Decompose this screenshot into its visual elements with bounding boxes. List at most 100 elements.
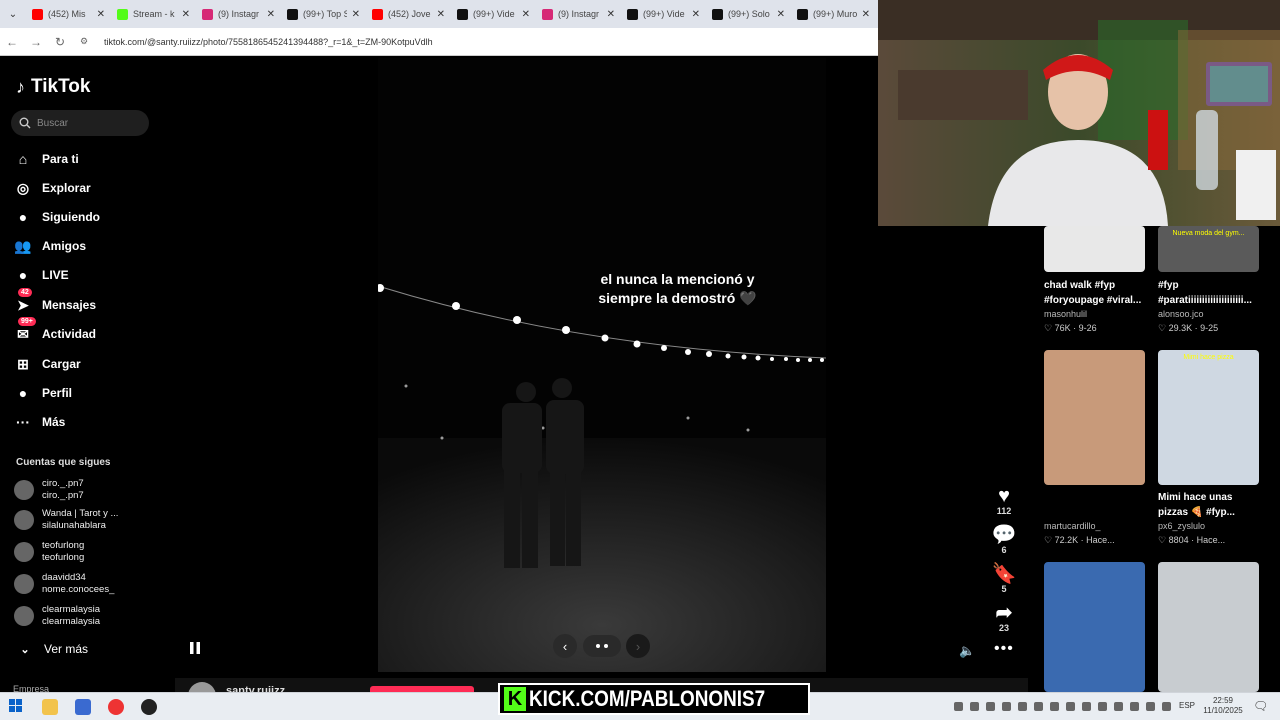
reload-icon[interactable]: ↻	[48, 35, 72, 49]
close-tab-icon[interactable]: ✕	[777, 9, 785, 20]
tab-search-button[interactable]: ⌄	[0, 0, 26, 28]
browser-tab[interactable]: (9) Instagr ✕	[536, 0, 621, 28]
close-tab-icon[interactable]: ✕	[267, 9, 275, 20]
prev-photo-button[interactable]: ‹	[553, 634, 577, 658]
related-video-title[interactable]: chad walk #fyp #foryoupage #viral...	[1044, 278, 1149, 308]
nav-item-cargar[interactable]: ⊞ Cargar	[14, 355, 81, 373]
followed-account[interactable]: Wanda | Tarot y ... silalunahablara	[14, 508, 118, 532]
search-input[interactable]: Buscar	[11, 110, 149, 136]
close-tab-icon[interactable]: ✕	[182, 9, 190, 20]
tab-favicon-icon	[117, 8, 128, 20]
chevron-up-icon[interactable]	[954, 702, 963, 711]
browser-tab[interactable]: (452) Mis ✕	[26, 0, 111, 28]
clock[interactable]: 22:59 11/10/2025	[1200, 696, 1246, 716]
close-tab-icon[interactable]: ✕	[437, 9, 445, 20]
volume-icon[interactable]	[970, 702, 979, 711]
related-video-thumbnail[interactable]	[1158, 562, 1259, 692]
nav-item-actividad[interactable]: ✉ 99+ Actividad	[14, 317, 96, 343]
followed-account[interactable]: teofurlong teofurlong	[14, 540, 84, 564]
browser-tab[interactable]: (99+) Vide ✕	[451, 0, 536, 28]
see-more-button[interactable]: ⌄ Ver más	[16, 640, 88, 658]
app-tray-icon[interactable]	[1146, 702, 1155, 711]
related-video-thumbnail[interactable]	[1044, 226, 1145, 272]
nav-item-explorar[interactable]: ◎ Explorar	[14, 179, 91, 197]
more-icon: ···	[16, 414, 30, 430]
app-tray-icon[interactable]	[1098, 702, 1107, 711]
close-tab-icon[interactable]: ✕	[607, 9, 615, 20]
close-tab-icon[interactable]: ✕	[352, 9, 360, 20]
nav-item-más[interactable]: ··· Más	[14, 413, 65, 431]
app-tray-icon[interactable]	[1066, 702, 1075, 711]
back-icon[interactable]: ←	[0, 35, 24, 49]
save-button[interactable]: 🔖 5	[988, 564, 1020, 594]
forward-icon[interactable]: →	[24, 35, 48, 49]
windows-start-button[interactable]	[9, 699, 25, 715]
comment-button[interactable]: 💬 6	[988, 525, 1020, 555]
nav-item-perfil[interactable]: ● Perfil	[14, 384, 72, 402]
tab-favicon-icon	[797, 8, 808, 20]
followed-account[interactable]: daavidd34 nome.conocees_	[14, 572, 114, 596]
volume-button[interactable]: 🔈	[959, 643, 975, 659]
followed-account[interactable]: ciro._.pn7 ciro._.pn7	[14, 478, 84, 502]
related-video-thumbnail[interactable]: Mimi hace pizza	[1158, 350, 1259, 485]
browser-tab[interactable]: (9) Instagr ✕	[196, 0, 281, 28]
following-title: Cuentas que sigues	[16, 457, 111, 468]
more-options-button[interactable]: •••	[994, 640, 1014, 658]
windows-logo-icon	[9, 699, 22, 712]
pinned-app-icon[interactable]	[75, 699, 91, 715]
nav-item-mensajes[interactable]: ➤ 42 Mensajes	[14, 288, 96, 314]
network-icon[interactable]	[986, 702, 995, 711]
related-video-thumbnail[interactable]	[1044, 350, 1145, 485]
related-video-author[interactable]: martucardillo_	[1044, 521, 1101, 531]
file-explorer-icon[interactable]	[42, 699, 58, 715]
pause-button[interactable]	[188, 641, 202, 655]
nav-item-live[interactable]: ● LIVE	[14, 266, 69, 284]
related-video-thumbnail[interactable]	[1044, 562, 1145, 692]
related-video-author[interactable]: px6_zyslulo	[1158, 521, 1205, 531]
live-icon: ●	[18, 267, 28, 283]
browser-tab[interactable]: Stream - k ✕	[111, 0, 196, 28]
related-video-thumbnail[interactable]: Nueva moda del gym...	[1158, 226, 1259, 272]
photo-viewer[interactable]	[378, 58, 826, 672]
related-video-title[interactable]: #fyp #paratiiiiiiiiiiiiiiiiiiii...	[1158, 278, 1263, 308]
browser-tab[interactable]: (99+) Muro ✕	[791, 0, 876, 28]
app-tray-icon[interactable]	[1114, 702, 1123, 711]
browser-tab[interactable]: (452) Jove ✕	[366, 0, 451, 28]
obs-icon[interactable]	[141, 699, 157, 715]
app-tray-icon[interactable]	[1034, 702, 1043, 711]
like-button[interactable]: ♥ 112	[988, 486, 1020, 516]
nav-item-para-ti[interactable]: ⌂ Para ti	[14, 150, 79, 168]
related-video-author[interactable]: masonhulil	[1044, 309, 1087, 319]
following-icon: ●	[18, 209, 28, 225]
nav-item-amigos[interactable]: 👥 Amigos	[14, 237, 86, 255]
steam-icon[interactable]	[1002, 702, 1011, 711]
tab-title: (9) Instagr	[218, 9, 260, 19]
url-text[interactable]: tiktok.com/@santy.ruiizz/photo/755818654…	[104, 28, 433, 56]
followed-account[interactable]: clearmalaysia clearmalaysia	[14, 604, 100, 628]
site-info-icon[interactable]: ⚙	[72, 36, 96, 47]
browser-tab[interactable]: (99+) Top S ✕	[281, 0, 366, 28]
browser-tab[interactable]: (99+) Vide ✕	[621, 0, 706, 28]
related-video-title[interactable]: Mimi hace unas pizzas 🍕 #fyp...	[1158, 490, 1263, 520]
app-tray-icon[interactable]	[1018, 702, 1027, 711]
related-video-author[interactable]: alonsoo.jco	[1158, 309, 1204, 319]
nav-item-siguiendo[interactable]: ● Siguiendo	[14, 208, 100, 226]
app-tray-icon[interactable]	[1130, 702, 1139, 711]
tab-title: (99+) Top S	[303, 9, 347, 19]
save-count: 5	[1001, 584, 1007, 594]
app-tray-icon[interactable]	[1162, 702, 1171, 711]
close-tab-icon[interactable]: ✕	[522, 9, 530, 20]
notifications-icon[interactable]: 🗨	[1253, 699, 1269, 715]
close-tab-icon[interactable]: ✕	[862, 9, 870, 20]
tiktok-logo[interactable]: ♪ TikTok	[16, 76, 90, 98]
close-tab-icon[interactable]: ✕	[97, 9, 105, 20]
share-button[interactable]: ➦ 23	[988, 603, 1020, 633]
close-tab-icon[interactable]: ✕	[692, 9, 700, 20]
next-photo-button[interactable]: ›	[626, 634, 650, 658]
account-name: Wanda | Tarot y ...	[42, 508, 119, 519]
chrome-icon[interactable]	[108, 699, 124, 715]
browser-tab[interactable]: (99+) Solo ✕	[706, 0, 791, 28]
nvidia-icon[interactable]	[1082, 702, 1091, 711]
language-indicator[interactable]: ESP	[1179, 701, 1195, 711]
bluetooth-icon[interactable]	[1050, 702, 1059, 711]
